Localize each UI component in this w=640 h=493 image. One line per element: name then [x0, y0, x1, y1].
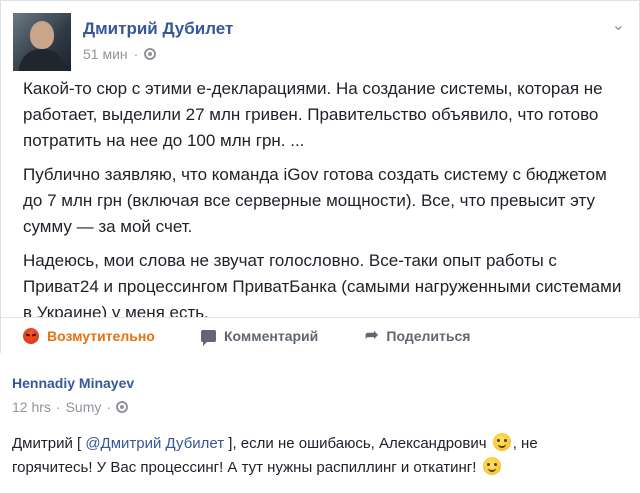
facebook-post: Дмитрий Дубилет 51 мин · ⌄ Какой-то сюр … [0, 0, 640, 354]
reaction-button[interactable]: Возмутительно [23, 328, 155, 344]
post-paragraph: Надеюсь, мои слова не звучат голословно.… [23, 251, 622, 322]
post-author-name[interactable]: Дмитрий Дубилет [83, 19, 233, 39]
comment-icon [201, 330, 216, 346]
avatar-head [30, 21, 54, 49]
post-timestamp[interactable]: 51 мин [83, 46, 128, 62]
globe-icon [116, 401, 129, 413]
comment-author-name[interactable]: Hennadiy Minayev [12, 375, 134, 391]
angry-reaction-icon [23, 328, 39, 344]
comment-meta: 12 hrs · Sumy · [12, 399, 129, 415]
share-arrow-icon: ➦ [365, 327, 379, 344]
comment-label: Комментарий [224, 328, 319, 344]
comment-text: Дмитрий [ @Дмитрий Дубилет ], если не ош… [12, 432, 612, 480]
smile-emoji-icon [482, 457, 501, 475]
meta-separator: · [106, 399, 112, 415]
share-label: Поделиться [386, 328, 471, 344]
reaction-label: Возмутительно [47, 328, 155, 344]
author-avatar[interactable] [13, 13, 71, 71]
wink-emoji-icon [492, 433, 511, 451]
comment-timestamp[interactable]: 12 hrs [12, 399, 51, 415]
meta-separator: · [133, 46, 139, 62]
post-meta: 51 мин · [83, 46, 157, 62]
comment-text-prefix: Дмитрий [ [12, 435, 86, 452]
post-body: Какой-то сюр с этими е-декларациями. На … [23, 76, 623, 334]
share-button[interactable]: ➦ Поделиться [365, 327, 471, 345]
post-options-chevron-icon[interactable]: ⌄ [612, 15, 625, 35]
mention-link[interactable]: @Дмитрий Дубилет [85, 435, 224, 452]
comment-location[interactable]: Sumy [66, 399, 102, 415]
post-paragraph: Какой-то сюр с этими е-декларациями. На … [23, 79, 603, 150]
globe-icon [144, 48, 157, 60]
meta-separator: · [55, 399, 61, 415]
comment: Hennadiy Minayev 12 hrs · Sumy · Дмитрий… [0, 353, 640, 493]
post-actions-bar: Возмутительно Комментарий ➦ Поделиться [1, 317, 640, 354]
post-paragraph: Публично заявляю, что команда iGov готов… [23, 165, 607, 236]
comment-text-middle: ], если не ошибаюсь, Александрович [224, 435, 491, 452]
avatar-body [19, 49, 65, 71]
comment-button[interactable]: Комментарий [201, 328, 319, 346]
